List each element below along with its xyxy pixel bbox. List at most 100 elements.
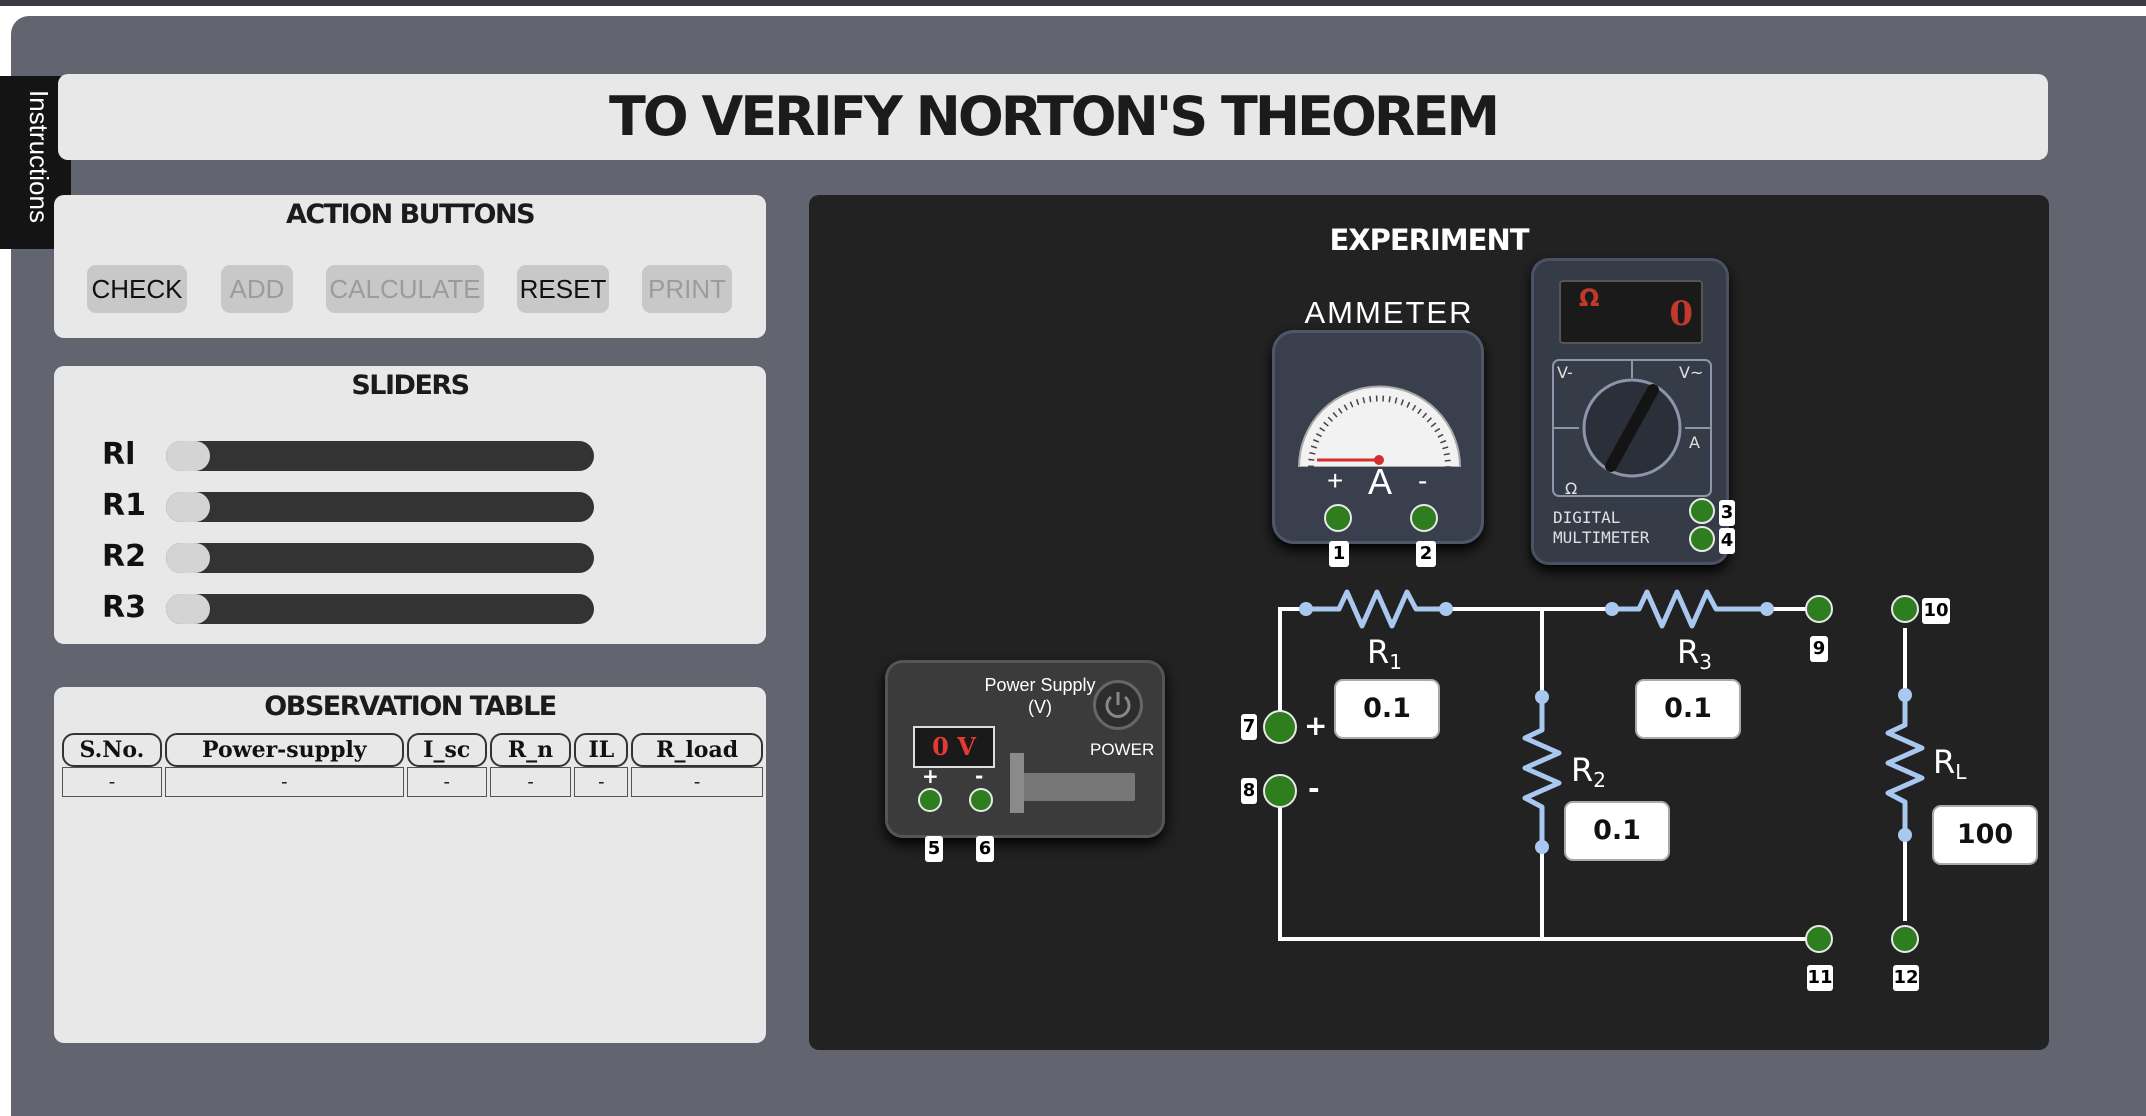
- ammeter-gauge: [1297, 385, 1462, 467]
- terminal-label-2: 2: [1416, 541, 1436, 567]
- slider-label-r3: R3: [102, 590, 146, 625]
- column-header: I_sc: [406, 733, 487, 767]
- slider-label-r2: R2: [102, 539, 146, 574]
- terminal-5[interactable]: [918, 788, 942, 812]
- table-cell: -: [631, 767, 763, 797]
- table-cell: -: [62, 767, 162, 797]
- terminal-label-5: 5: [925, 836, 943, 862]
- plus-sign: +: [1304, 709, 1328, 742]
- terminal-label-6: 6: [976, 836, 994, 862]
- terminal-9[interactable]: [1805, 595, 1833, 623]
- slider-r3[interactable]: [166, 594, 594, 624]
- terminal-7[interactable]: [1263, 710, 1297, 744]
- ammeter-minus: -: [1418, 465, 1428, 496]
- svg-text:V-: V-: [1557, 363, 1573, 382]
- minus-sign: -: [1308, 772, 1320, 805]
- table-cell: -: [489, 767, 572, 797]
- table-row: - - - - - -: [62, 767, 763, 797]
- ammeter-plus: +: [1327, 465, 1344, 496]
- slider-label-rl: Rl: [102, 437, 136, 472]
- resistor-r1: [1306, 589, 1446, 629]
- power-supply-display: 0 V: [913, 726, 995, 768]
- resistor-rl: [1885, 695, 1925, 835]
- action-buttons-panel: ACTION BUTTONS CHECK ADD CALCULATE RESET…: [54, 195, 766, 338]
- power-label: POWER: [1090, 740, 1155, 759]
- terminal-8[interactable]: [1263, 774, 1297, 808]
- r2-label: R2: [1571, 751, 1606, 792]
- terminal-1[interactable]: [1324, 504, 1352, 532]
- observation-table-title: OBSERVATION TABLE: [264, 691, 557, 722]
- observation-table: S.No. Power-supply I_sc R_n IL R_load - …: [59, 733, 766, 797]
- terminal-12[interactable]: [1891, 925, 1919, 953]
- power-supply-plus: +: [922, 764, 939, 788]
- print-button[interactable]: PRINT: [642, 265, 732, 313]
- action-buttons-title: ACTION BUTTONS: [285, 199, 536, 230]
- power-supply-minus: -: [975, 764, 984, 788]
- column-header: R_load: [631, 733, 763, 767]
- svg-text:V~: V~: [1679, 363, 1703, 382]
- terminal-label-7: 7: [1241, 714, 1257, 740]
- resistor-r2: [1522, 697, 1562, 847]
- terminal-11[interactable]: [1805, 925, 1833, 953]
- svg-text:A: A: [1689, 433, 1700, 452]
- slider-thumb-r2[interactable]: [166, 543, 210, 573]
- power-icon: [1105, 692, 1131, 718]
- voltage-slider-track[interactable]: [1010, 773, 1135, 801]
- column-header: R_n: [489, 733, 572, 767]
- slider-rl[interactable]: [166, 441, 594, 471]
- terminal-6[interactable]: [969, 788, 993, 812]
- ohm-mode-icon: Ω: [1579, 284, 1600, 312]
- instructions-tab-label: Instructions: [24, 90, 54, 223]
- digital-multimeter: Ω 0 V- V~ A Ω DIGITAL MULTIMETER: [1531, 258, 1729, 565]
- slider-r2[interactable]: [166, 543, 594, 573]
- power-supply: Power Supply (V) 0 V POWER + -: [885, 660, 1165, 838]
- r2-value-box: 0.1: [1564, 801, 1670, 861]
- slider-thumb-rl[interactable]: [166, 441, 210, 471]
- slider-thumb-r3[interactable]: [166, 594, 210, 624]
- ammeter: + A -: [1272, 330, 1484, 544]
- rl-value-box: 100: [1932, 805, 2038, 865]
- terminal-label-4: 4: [1719, 528, 1735, 554]
- terminal-label-10: 10: [1922, 598, 1950, 624]
- page-title: TO VERIFY NORTON'S THEOREM: [608, 85, 1500, 148]
- slider-r1[interactable]: [166, 492, 594, 522]
- power-supply-title: Power Supply (V): [984, 675, 1096, 717]
- terminal-label-1: 1: [1329, 541, 1349, 567]
- rl-label: RL: [1933, 743, 1967, 784]
- check-button[interactable]: CHECK: [87, 265, 187, 313]
- terminal-3[interactable]: [1689, 498, 1715, 524]
- column-header: IL: [574, 733, 629, 767]
- resistor-r3: [1612, 589, 1767, 629]
- reset-button[interactable]: RESET: [517, 265, 609, 313]
- terminal-10[interactable]: [1891, 595, 1919, 623]
- r3-value-box: 0.1: [1635, 679, 1741, 739]
- r1-value-box: 0.1: [1334, 679, 1440, 739]
- r3-label: R3: [1677, 633, 1712, 674]
- observation-table-panel: OBSERVATION TABLE S.No. Power-supply I_s…: [54, 687, 766, 1043]
- terminal-2[interactable]: [1410, 504, 1438, 532]
- terminal-label-11: 11: [1807, 965, 1833, 991]
- ammeter-title: AMMETER: [1304, 295, 1474, 330]
- svg-text:Ω: Ω: [1565, 479, 1577, 498]
- ammeter-unit: A: [1368, 461, 1393, 502]
- experiment-panel: EXPERIMENT R1 0.1 R3 0.1 R2 0.1 RL 100 +…: [809, 195, 2049, 1050]
- wire-bottom: [1278, 791, 1817, 941]
- table-cell: -: [406, 767, 487, 797]
- slider-thumb-r1[interactable]: [166, 492, 210, 522]
- multimeter-screen: Ω 0: [1559, 280, 1703, 344]
- title-bar: TO VERIFY NORTON'S THEOREM: [58, 74, 2048, 160]
- calculate-button[interactable]: CALCULATE: [326, 265, 484, 313]
- multimeter-label: DIGITAL MULTIMETER: [1553, 508, 1650, 547]
- power-button[interactable]: [1093, 680, 1143, 730]
- add-button[interactable]: ADD: [221, 265, 293, 313]
- terminal-label-12: 12: [1893, 965, 1919, 991]
- voltage-slider-knob[interactable]: [1010, 753, 1024, 813]
- multimeter-reading: 0: [1669, 294, 1693, 334]
- sliders-panel: SLIDERS Rl R1 R2 R3: [54, 366, 766, 644]
- table-cell: -: [574, 767, 629, 797]
- table-header-row: S.No. Power-supply I_sc R_n IL R_load: [62, 733, 763, 767]
- multimeter-dial: V- V~ A Ω: [1552, 359, 1712, 498]
- table-cell: -: [164, 767, 404, 797]
- terminal-label-3: 3: [1719, 500, 1735, 526]
- terminal-4[interactable]: [1689, 526, 1715, 552]
